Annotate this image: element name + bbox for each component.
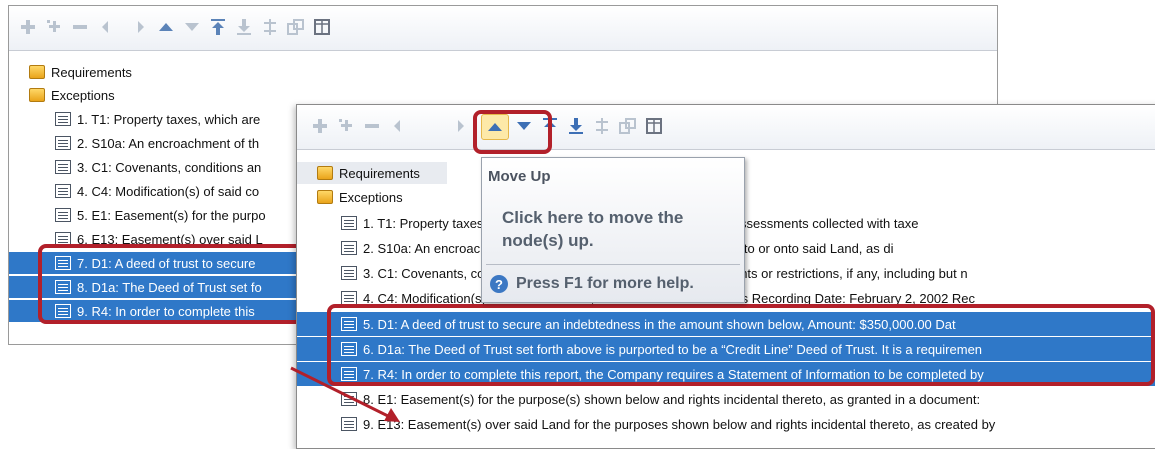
annotation-arrow: [290, 366, 400, 422]
